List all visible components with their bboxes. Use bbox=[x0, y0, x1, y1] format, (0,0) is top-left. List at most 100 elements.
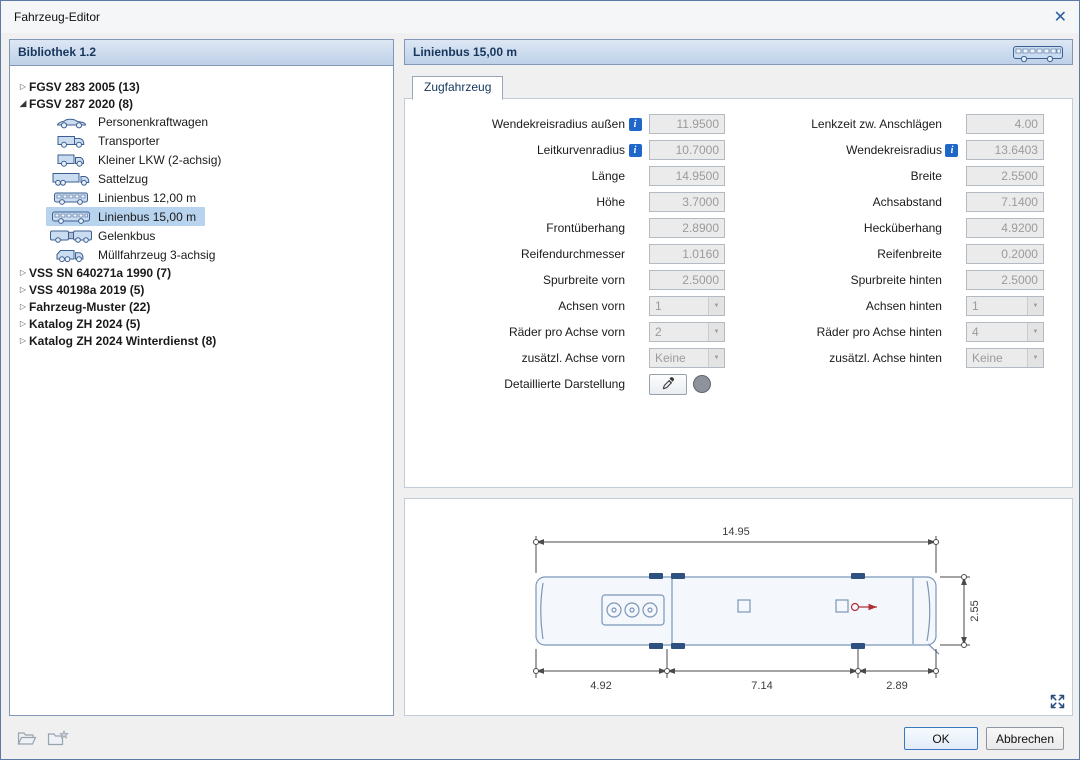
chevron-down-icon: ▼ bbox=[708, 349, 724, 367]
color-picker-button[interactable] bbox=[649, 373, 687, 395]
tree-item-katalog-zh-2024-winterdienst[interactable]: ▷ Katalog ZH 2024 Winterdienst (8) bbox=[10, 332, 393, 349]
dim-rear-overhang: 4.92 bbox=[590, 680, 611, 692]
tree-item-transporter[interactable]: Transporter bbox=[10, 131, 393, 150]
tree-item-label: Sattelzug bbox=[98, 171, 149, 186]
chevron-collapsed-icon[interactable]: ▷ bbox=[17, 285, 29, 294]
tree-item-label: Personenkraftwagen bbox=[98, 114, 209, 129]
chevron-down-icon: ▼ bbox=[708, 297, 724, 315]
tree-item-muellfahrzeug[interactable]: Müllfahrzeug 3-achsig bbox=[10, 245, 393, 264]
library-tree: ▷ FGSV 283 2005 (13) ◢ FGSV 287 2020 (8) bbox=[10, 66, 393, 715]
zoom-fit-icon[interactable] bbox=[1049, 693, 1066, 710]
articulated-bus-icon bbox=[48, 228, 94, 243]
field-label: zusätzl. Achse vorn bbox=[521, 351, 625, 365]
window-title: Fahrzeug-Editor bbox=[14, 10, 101, 24]
raeder-pro-achse-vorn-select[interactable]: 2 ▼ bbox=[649, 322, 725, 342]
field-label: Wendekreisradius außen bbox=[491, 117, 625, 131]
tab-zugfahrzeug[interactable]: Zugfahrzeug bbox=[412, 76, 504, 100]
close-icon[interactable]: ✕ bbox=[1054, 7, 1067, 27]
achsen-hinten-select[interactable]: 1 ▼ bbox=[965, 296, 1044, 316]
field-label: Detaillierte Darstellung bbox=[504, 377, 625, 391]
ok-button[interactable]: OK bbox=[904, 727, 978, 750]
info-icon[interactable]: i bbox=[945, 143, 959, 157]
reifenbreite-input[interactable] bbox=[965, 244, 1044, 264]
vehicle-diagram-panel: 14.95 4.92 7.14 2.89 2.55 bbox=[404, 498, 1073, 716]
dim-front-overhang: 2.89 bbox=[886, 680, 907, 692]
color-swatch[interactable] bbox=[693, 375, 711, 393]
dim-total-length: 14.95 bbox=[722, 526, 750, 538]
hoehe-input[interactable] bbox=[649, 192, 725, 212]
raeder-pro-achse-hinten-select[interactable]: 4 ▼ bbox=[965, 322, 1044, 342]
spurbreite-vorn-input[interactable] bbox=[649, 270, 725, 290]
chevron-collapsed-icon[interactable]: ▷ bbox=[17, 82, 29, 91]
tree-item-label: VSS SN 640271a 1990 (7) bbox=[29, 265, 172, 280]
tree-item-katalog-zh-2024[interactable]: ▷ Katalog ZH 2024 (5) bbox=[10, 315, 393, 332]
select-value: Keine bbox=[971, 351, 1003, 365]
field-label: Lenkzeit zw. Anschlägen bbox=[811, 117, 942, 131]
tree-item-linienbus-12[interactable]: Linienbus 12,00 m bbox=[10, 188, 393, 207]
leitkurvenradius-input[interactable] bbox=[649, 140, 725, 160]
chevron-collapsed-icon[interactable]: ▷ bbox=[17, 336, 29, 345]
open-library-icon[interactable] bbox=[17, 730, 37, 750]
reifendurchmesser-input[interactable] bbox=[649, 244, 725, 264]
tree-item-label: VSS 40198a 2019 (5) bbox=[29, 282, 145, 297]
tree-item-personenkraftwagen[interactable]: Personenkraftwagen bbox=[10, 112, 393, 131]
field-label: Spurbreite hinten bbox=[850, 273, 942, 287]
favorite-library-icon[interactable] bbox=[47, 730, 69, 750]
field-label: Höhe bbox=[596, 195, 625, 209]
achsen-vorn-select[interactable]: 1 ▼ bbox=[649, 296, 725, 316]
chevron-down-icon: ▼ bbox=[1026, 323, 1043, 341]
dim-width: 2.55 bbox=[969, 600, 981, 621]
tree-item-sattelzug[interactable]: Sattelzug bbox=[10, 169, 393, 188]
tree-item-vss-sn-640271a[interactable]: ▷ VSS SN 640271a 1990 (7) bbox=[10, 264, 393, 281]
chevron-down-icon: ▼ bbox=[708, 323, 724, 341]
frontueberhang-input[interactable] bbox=[649, 218, 725, 238]
field-label: Frontüberhang bbox=[546, 221, 625, 235]
info-icon[interactable]: i bbox=[628, 117, 642, 131]
info-icon[interactable]: i bbox=[628, 143, 642, 157]
breite-input[interactable] bbox=[965, 166, 1044, 186]
field-label: Reifenbreite bbox=[877, 247, 942, 261]
select-value: 1 bbox=[971, 299, 979, 313]
field-label: Breite bbox=[910, 169, 942, 183]
chevron-collapsed-icon[interactable]: ▷ bbox=[17, 302, 29, 311]
zusaetzl-achse-vorn-select[interactable]: Keine ▼ bbox=[649, 348, 725, 368]
tree-item-kleiner-lkw[interactable]: Kleiner LKW (2-achsig) bbox=[10, 150, 393, 169]
chevron-down-icon: ▼ bbox=[1026, 297, 1043, 315]
tree-item-label: FGSV 283 2005 (13) bbox=[29, 79, 140, 94]
titlebar: Fahrzeug-Editor ✕ bbox=[1, 1, 1079, 33]
chevron-expanded-icon[interactable]: ◢ bbox=[17, 98, 29, 109]
tree-item-fgsv-283-2005[interactable]: ▷ FGSV 283 2005 (13) bbox=[10, 78, 393, 95]
tree-item-gelenkbus[interactable]: Gelenkbus bbox=[10, 226, 393, 245]
laenge-input[interactable] bbox=[649, 166, 725, 186]
vehicle-title: Linienbus 15,00 m bbox=[413, 45, 518, 59]
tab-strip: Zugfahrzeug bbox=[412, 76, 504, 100]
chevron-collapsed-icon[interactable]: ▷ bbox=[17, 319, 29, 328]
chevron-collapsed-icon[interactable]: ▷ bbox=[17, 268, 29, 277]
field-label: Spurbreite vorn bbox=[542, 273, 625, 287]
car-icon bbox=[48, 115, 94, 129]
wendekreisradius-aussen-input[interactable] bbox=[649, 114, 725, 134]
vehicle-form-panel: Wendekreisradius außen i Leitkurvenradiu… bbox=[404, 98, 1073, 488]
bus-icon bbox=[48, 190, 94, 205]
tree-item-fgsv-287-2020[interactable]: ◢ FGSV 287 2020 (8) bbox=[10, 95, 393, 112]
field-label: Länge bbox=[591, 169, 625, 183]
heckueberhang-input[interactable] bbox=[965, 218, 1044, 238]
bus-icon bbox=[48, 209, 94, 224]
tree-item-label: Katalog ZH 2024 (5) bbox=[29, 316, 141, 331]
small-truck-icon bbox=[48, 152, 94, 167]
bus-plan-drawing: 14.95 4.92 7.14 2.89 2.55 bbox=[533, 526, 981, 692]
tree-item-vss-40198a[interactable]: ▷ VSS 40198a 2019 (5) bbox=[10, 281, 393, 298]
tree-item-fahrzeug-muster[interactable]: ▷ Fahrzeug-Muster (22) bbox=[10, 298, 393, 315]
field-label: Räder pro Achse vorn bbox=[508, 325, 625, 339]
lenkzeit-input[interactable] bbox=[965, 114, 1044, 134]
zusaetzl-achse-hinten-select[interactable]: Keine ▼ bbox=[965, 348, 1044, 368]
vehicle-header: Linienbus 15,00 m bbox=[404, 39, 1073, 65]
select-value: 2 bbox=[655, 325, 662, 339]
wendekreisradius-input[interactable] bbox=[965, 140, 1044, 160]
pipette-icon bbox=[662, 377, 674, 390]
spurbreite-hinten-input[interactable] bbox=[965, 270, 1044, 290]
tree-item-linienbus-15[interactable]: Linienbus 15,00 m bbox=[10, 207, 393, 226]
cancel-button[interactable]: Abbrechen bbox=[986, 727, 1064, 750]
achsabstand-input[interactable] bbox=[965, 192, 1044, 212]
dim-wheelbase: 7.14 bbox=[751, 680, 772, 692]
